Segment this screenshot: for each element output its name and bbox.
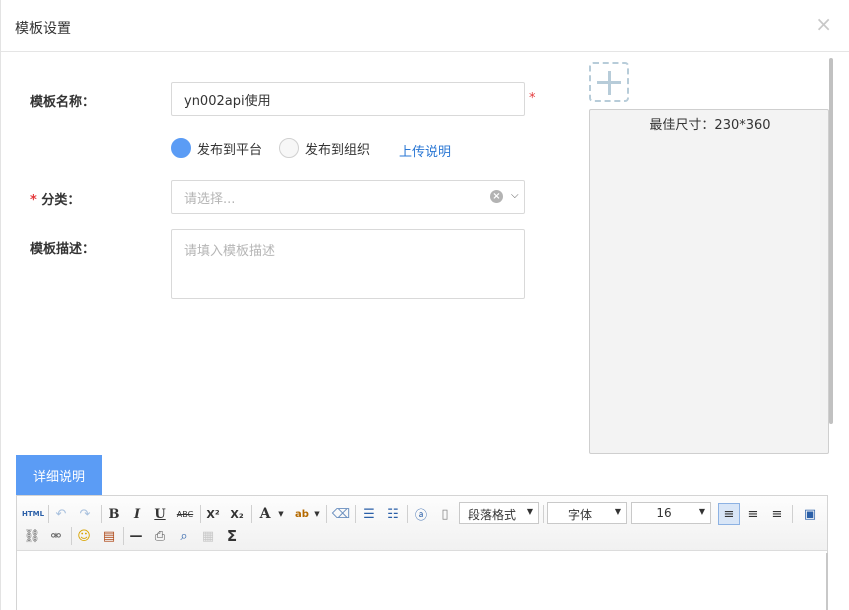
font-color-dropdown-icon[interactable]: ▼ <box>276 504 286 524</box>
unlink-icon[interactable]: ⚮ <box>47 526 65 546</box>
page-icon[interactable]: ▯ <box>435 504 455 524</box>
fullscreen-icon[interactable]: ▣ <box>800 504 820 524</box>
toolbar-separator <box>200 505 201 523</box>
toolbar-separator <box>251 505 252 523</box>
align-right-icon[interactable]: ≡ <box>767 504 787 524</box>
redo-icon[interactable]: ↷ <box>76 504 94 524</box>
toolbar-separator <box>355 505 356 523</box>
highlight-dropdown-icon[interactable]: ▼ <box>312 504 322 524</box>
description-textarea[interactable]: 请填入模板描述 <box>171 229 525 299</box>
print-icon[interactable]: ⎙ <box>151 526 169 546</box>
description-label: 模板描述： <box>30 242 96 257</box>
required-mark: * <box>529 91 536 106</box>
chevron-down-icon: ▼ <box>526 507 533 516</box>
toolbar-separator <box>792 505 793 523</box>
chevron-down-icon[interactable]: ⌵ <box>511 190 519 201</box>
required-mark: * <box>30 193 37 208</box>
align-center-icon[interactable]: ≡ <box>743 504 763 524</box>
image-preview-area: 最佳尺寸：230*360 <box>589 109 829 454</box>
toolbar-separator <box>543 505 544 523</box>
category-select[interactable]: 请选择... <box>171 180 525 214</box>
emoji-icon[interactable]: ☺ <box>75 526 93 546</box>
radio-unchecked-icon <box>279 138 299 158</box>
radio-publish-org[interactable]: 发布到组织 <box>279 138 370 158</box>
font-size-select[interactable]: 16 ▼ <box>631 502 711 524</box>
clear-icon[interactable]: × <box>490 190 503 203</box>
preview-search-icon[interactable]: ⌕ <box>175 526 193 546</box>
close-icon[interactable]: × <box>815 12 832 36</box>
dialog-header: 模板设置 × <box>1 0 849 52</box>
bold-button[interactable]: B <box>105 504 123 524</box>
underline-button[interactable]: U <box>151 504 169 524</box>
vertical-scrollbar[interactable] <box>829 58 833 424</box>
chevron-down-icon: ▼ <box>614 507 621 516</box>
toolbar-separator <box>407 505 408 523</box>
tab-detail-description[interactable]: 详细说明 <box>16 455 102 495</box>
eraser-icon[interactable]: ⌫ <box>331 504 351 524</box>
highlight-icon[interactable]: ab <box>291 504 313 524</box>
editor-scrollbar[interactable] <box>826 553 828 610</box>
radio-checked-icon <box>171 138 191 158</box>
link-icon[interactable]: ⛓ <box>23 526 41 546</box>
editor-toolbar: HTML ↶ ↷ B I U ABC X² X₂ A ▼ ab ▼ ⌫ ☰ ☷ … <box>17 496 827 551</box>
category-label-text: 分类： <box>41 193 81 208</box>
unordered-list-icon[interactable]: ☷ <box>383 504 403 524</box>
html-source-button[interactable]: HTML <box>21 504 45 524</box>
horizontal-rule-icon[interactable]: — <box>127 526 145 546</box>
upload-instructions-link[interactable]: 上传说明 <box>399 141 451 160</box>
dialog-title: 模板设置 <box>15 21 71 37</box>
radio-platform-label: 发布到平台 <box>197 142 263 158</box>
best-size-hint: 最佳尺寸：230*360 <box>649 118 771 133</box>
italic-button[interactable]: I <box>128 504 146 524</box>
ordered-list-icon[interactable]: ☰ <box>359 504 379 524</box>
template-name-label: 模板名称： <box>30 95 96 110</box>
formula-sigma-icon[interactable]: Σ <box>223 526 241 546</box>
align-left-icon[interactable]: ≡ <box>718 503 740 525</box>
upload-image-button[interactable] <box>589 62 629 102</box>
template-name-input[interactable]: yn002api使用 <box>171 82 525 116</box>
font-family-select[interactable]: 字体 ▼ <box>547 502 627 524</box>
toolbar-separator <box>101 505 102 523</box>
paste-icon[interactable]: ▦ <box>199 526 217 546</box>
toolbar-separator <box>71 527 72 545</box>
toolbar-separator <box>326 505 327 523</box>
plus-icon-vertical <box>607 71 611 95</box>
toolbar-separator <box>48 505 49 523</box>
superscript-button[interactable]: X² <box>203 504 223 524</box>
rich-text-editor: HTML ↶ ↷ B I U ABC X² X₂ A ▼ ab ▼ ⌫ ☰ ☷ … <box>16 495 828 610</box>
template-settings-dialog: 模板设置 × 模板名称： yn002api使用 * 发布到平台 发布到组织 上传… <box>0 0 849 610</box>
toolbar-separator <box>123 527 124 545</box>
undo-icon[interactable]: ↶ <box>52 504 70 524</box>
image-icon[interactable]: ▤ <box>99 526 119 546</box>
font-color-button[interactable]: A <box>255 504 275 524</box>
strikethrough-button[interactable]: ABC <box>174 504 196 524</box>
radio-org-label: 发布到组织 <box>305 142 371 158</box>
anchor-icon[interactable]: ⓐ <box>411 504 431 524</box>
radio-publish-platform[interactable]: 发布到平台 <box>171 138 262 158</box>
subscript-button[interactable]: X₂ <box>227 504 247 524</box>
chevron-down-icon: ▼ <box>698 507 705 516</box>
paragraph-format-select[interactable]: 段落格式 ▼ <box>459 502 539 524</box>
category-label: * 分类： <box>30 189 80 208</box>
